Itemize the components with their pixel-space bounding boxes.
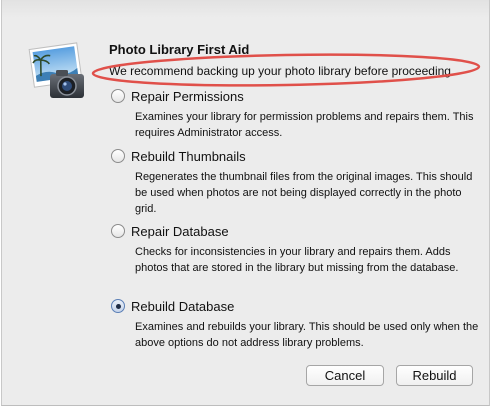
radio-button-rebuild-thumbnails[interactable] <box>111 149 125 163</box>
radio-label-repair-permissions[interactable]: Repair Permissions <box>131 89 244 104</box>
description-repair-permissions: Examines your library for permission pro… <box>135 111 474 139</box>
radio-row-rebuild-thumbnails[interactable]: Rebuild Thumbnails <box>111 146 481 166</box>
rebuild-button[interactable]: Rebuild <box>396 365 473 386</box>
option-rebuild-thumbnails: Rebuild Thumbnails Regenerates the thumb… <box>111 146 481 217</box>
backup-warning-text: We recommend backing up your photo libra… <box>109 64 455 78</box>
first-aid-dialog: Photo Library First Aid We recommend bac… <box>1 0 490 406</box>
description-rebuild-thumbnails: Regenerates the thumbnail files from the… <box>135 171 473 215</box>
radio-label-rebuild-thumbnails[interactable]: Rebuild Thumbnails <box>131 149 246 164</box>
description-rebuild-database: Examines and rebuilds your library. This… <box>135 321 479 349</box>
radio-row-repair-permissions[interactable]: Repair Permissions <box>111 86 481 106</box>
option-repair-database: Repair Database Checks for inconsistenci… <box>111 221 481 276</box>
radio-row-repair-database[interactable]: Repair Database <box>111 221 481 241</box>
radio-button-rebuild-database[interactable] <box>111 299 125 313</box>
dialog-title: Photo Library First Aid <box>109 42 250 57</box>
cancel-button[interactable]: Cancel <box>306 365 384 386</box>
radio-label-repair-database[interactable]: Repair Database <box>131 224 229 239</box>
option-repair-permissions: Repair Permissions Examines your library… <box>111 86 481 141</box>
screenshot: Photo Library First Aid We recommend bac… <box>0 0 496 408</box>
radio-button-repair-permissions[interactable] <box>111 89 125 103</box>
iphoto-camera-icon <box>28 42 84 98</box>
dialog-top-edge <box>2 0 489 18</box>
description-repair-database: Checks for inconsistencies in your libra… <box>135 246 459 274</box>
option-rebuild-database: Rebuild Database Examines and rebuilds y… <box>111 296 481 351</box>
radio-row-rebuild-database[interactable]: Rebuild Database <box>111 296 481 316</box>
radio-button-repair-database[interactable] <box>111 224 125 238</box>
radio-label-rebuild-database[interactable]: Rebuild Database <box>131 299 234 314</box>
